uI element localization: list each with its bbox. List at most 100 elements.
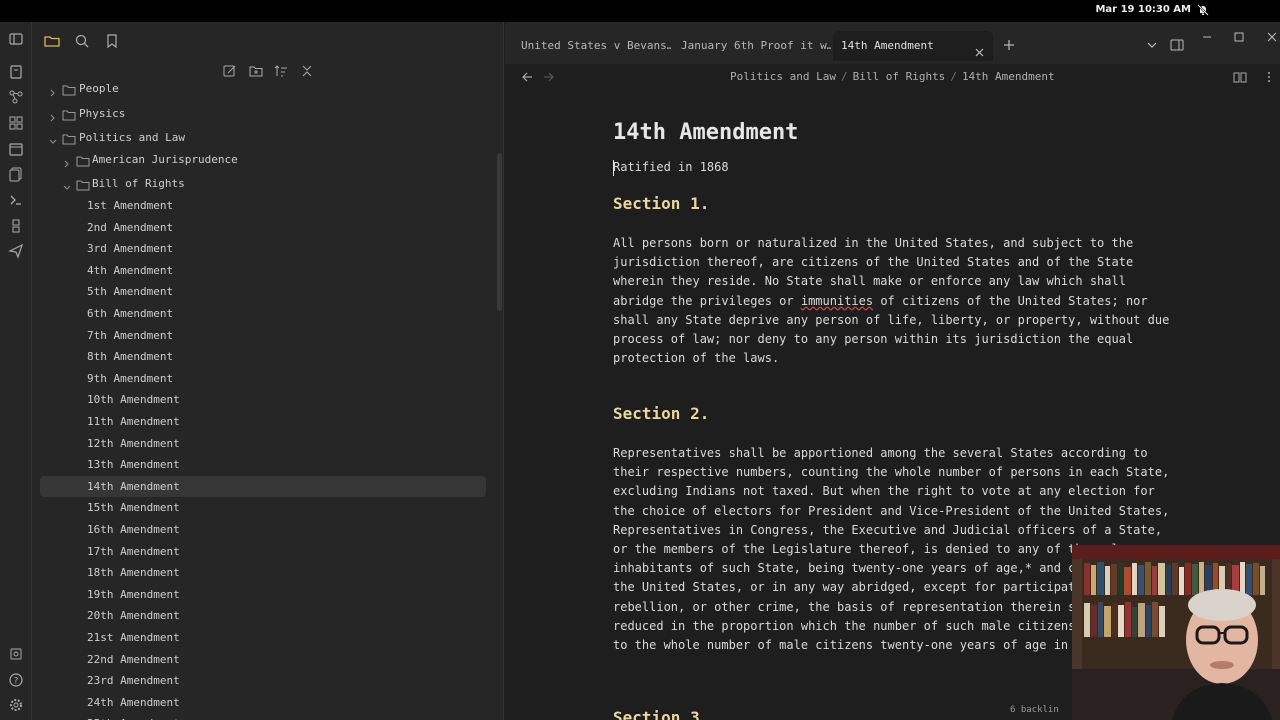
- left-ribbon: ?: [0, 22, 32, 720]
- tab-bar: United States v Bevans… January 6th Proo…: [505, 22, 1280, 64]
- graph-icon[interactable]: [8, 89, 24, 105]
- tree-folder-american-jurisprudence[interactable]: American Jurisprudence: [56, 149, 296, 170]
- collapse-all-icon[interactable]: [300, 64, 316, 80]
- tab-united-states-v-bevans[interactable]: United States v Bevans…: [513, 31, 671, 61]
- breadcrumb-separator: /: [950, 70, 957, 83]
- folder-open-icon: [62, 131, 76, 145]
- text-cursor: [613, 160, 614, 176]
- tree-file-1st-amendment[interactable]: 1st Amendment: [80, 195, 280, 216]
- section-2-heading[interactable]: Section 2.: [613, 404, 709, 423]
- send-icon[interactable]: [8, 243, 24, 259]
- calendar-icon[interactable]: [8, 141, 24, 157]
- tree-label: Physics: [79, 107, 126, 120]
- tree-file-8th-amendment[interactable]: 8th Amendment: [80, 346, 280, 367]
- breadcrumb-item[interactable]: 14th Amendment: [962, 70, 1055, 83]
- ratified-line[interactable]: Ratified in 1868: [613, 160, 729, 174]
- tree-file-3rd-amendment[interactable]: 3rd Amendment: [80, 238, 280, 259]
- terminal-icon[interactable]: [8, 192, 24, 208]
- tree-folder-physics[interactable]: Physics: [42, 103, 242, 124]
- tree-label: 11th Amendment: [87, 415, 180, 428]
- tree-label: 24th Amendment: [87, 695, 180, 709]
- reading-view-icon[interactable]: [1233, 70, 1247, 84]
- more-options-icon[interactable]: [1262, 70, 1276, 84]
- breadcrumb-item[interactable]: Bill of Rights: [853, 70, 946, 83]
- view-header: Politics and Law / Bill of Rights / 14th Ame…: [505, 64, 1280, 90]
- section-1-heading[interactable]: Section 1.: [613, 194, 709, 213]
- tree-file-15th-amendment[interactable]: 15th Amendment: [80, 497, 280, 518]
- tree-file-24th-amendment[interactable]: 24th Amendment: [80, 692, 280, 713]
- new-tab-icon[interactable]: [1002, 38, 1016, 52]
- tree-file-17th-amendment[interactable]: 17th Amendment: [80, 541, 280, 562]
- tree-file-20th-amendment[interactable]: 20th Amendment: [80, 605, 280, 626]
- settings-icon[interactable]: [8, 697, 24, 713]
- misspelled-word[interactable]: immunities: [801, 294, 873, 308]
- tree-label: 19th Amendment: [87, 587, 180, 601]
- tree-file-4th-amendment[interactable]: 4th Amendment: [80, 260, 280, 281]
- svg-text:?: ?: [14, 677, 19, 687]
- sidebar-toggle-icon[interactable]: [8, 31, 24, 47]
- maximize-icon[interactable]: [1232, 30, 1246, 44]
- tree-file-5th-amendment[interactable]: 5th Amendment: [80, 281, 280, 302]
- tree-file-13th-amendment[interactable]: 13th Amendment: [80, 454, 280, 475]
- tree-file-14th-amendment[interactable]: 14th Amendment: [40, 475, 486, 497]
- breadcrumb-item[interactable]: Politics and Law: [730, 70, 836, 83]
- tab-label: January 6th Proof it w…: [681, 39, 831, 52]
- tree-label: 12th Amendment: [87, 436, 180, 450]
- folder-icon[interactable]: [44, 33, 60, 49]
- system-clock: Mar 19 10:30 AM: [1095, 4, 1191, 15]
- tree-folder-people[interactable]: People: [42, 80, 242, 101]
- sidebar-scrollbar[interactable]: [497, 153, 502, 311]
- tree-file-16th-amendment[interactable]: 16th Amendment: [80, 519, 280, 540]
- tree-folder-politics-and-law[interactable]: Politics and Law: [42, 127, 262, 148]
- help-icon[interactable]: ?: [8, 672, 24, 688]
- tree-file-18th-amendment[interactable]: 18th Amendment: [80, 562, 280, 583]
- slides-icon[interactable]: [8, 218, 24, 234]
- tab-january-6th[interactable]: January 6th Proof it w…: [673, 31, 831, 61]
- tree-file-2nd-amendment[interactable]: 2nd Amendment: [80, 217, 280, 238]
- tree-file-19th-amendment[interactable]: 19th Amendment: [80, 584, 280, 605]
- chevron-down-icon[interactable]: [1145, 38, 1159, 52]
- forward-arrow-icon[interactable]: [542, 70, 556, 84]
- tree-file-7th-amendment[interactable]: 7th Amendment: [80, 325, 280, 346]
- tree-file-10th-amendment[interactable]: 10th Amendment: [80, 389, 280, 410]
- note-title[interactable]: 14th Amendment: [613, 120, 798, 145]
- bell-slash-icon[interactable]: [1196, 3, 1210, 17]
- tree-label: 25th Amendment: [87, 713, 180, 720]
- help-vault-icon[interactable]: [8, 646, 24, 662]
- right-sidebar-toggle-icon[interactable]: [1170, 38, 1184, 52]
- tree-label: 14th Amendment: [87, 479, 180, 493]
- close-window-icon[interactable]: [1265, 30, 1279, 44]
- chevron-right-icon: [48, 109, 58, 122]
- tree-file-6th-amendment[interactable]: 6th Amendment: [80, 303, 280, 324]
- tree-file-25th-amendment[interactable]: 25th Amendment: [80, 713, 280, 720]
- folder-open-icon: [76, 177, 90, 191]
- tree-file-9th-amendment[interactable]: 9th Amendment: [80, 368, 280, 389]
- close-icon[interactable]: [974, 40, 985, 57]
- files-icon[interactable]: [8, 166, 24, 182]
- tree-label: 16th Amendment: [87, 523, 180, 536]
- backlinks-indicator[interactable]: 6 backlin: [1010, 705, 1059, 715]
- tree-label: 8th Amendment: [87, 350, 174, 364]
- tree-file-21st-amendment[interactable]: 21st Amendment: [80, 627, 280, 648]
- tree-file-22nd-amendment[interactable]: 22nd Amendment: [80, 649, 280, 670]
- new-folder-icon[interactable]: [249, 64, 265, 80]
- back-arrow-icon[interactable]: [520, 70, 534, 84]
- tree-folder-bill-of-rights[interactable]: Bill of Rights: [56, 173, 256, 194]
- tree-file-12th-amendment[interactable]: 12th Amendment: [80, 433, 280, 454]
- new-note-icon[interactable]: [223, 64, 239, 80]
- section-1-text[interactable]: All persons born or naturalized in the U…: [613, 234, 1173, 368]
- canvas-icon[interactable]: [8, 115, 24, 131]
- open-vault-icon[interactable]: [8, 64, 24, 80]
- minimize-icon[interactable]: [1200, 30, 1214, 44]
- section-3-heading[interactable]: Section 3.: [613, 708, 709, 720]
- tree-label: 22nd Amendment: [87, 652, 180, 666]
- bookmark-icon[interactable]: [104, 33, 120, 49]
- tree-label: 6th Amendment: [87, 307, 174, 320]
- tree-file-23rd-amendment[interactable]: 23rd Amendment: [80, 670, 280, 691]
- tab-14th-amendment[interactable]: 14th Amendment: [833, 31, 993, 61]
- tree-file-11th-amendment[interactable]: 11th Amendment: [80, 411, 280, 432]
- sort-icon[interactable]: [274, 64, 290, 80]
- search-icon[interactable]: [74, 33, 90, 49]
- tree-label: 17th Amendment: [87, 544, 180, 558]
- tree-label: Politics and Law: [79, 131, 185, 144]
